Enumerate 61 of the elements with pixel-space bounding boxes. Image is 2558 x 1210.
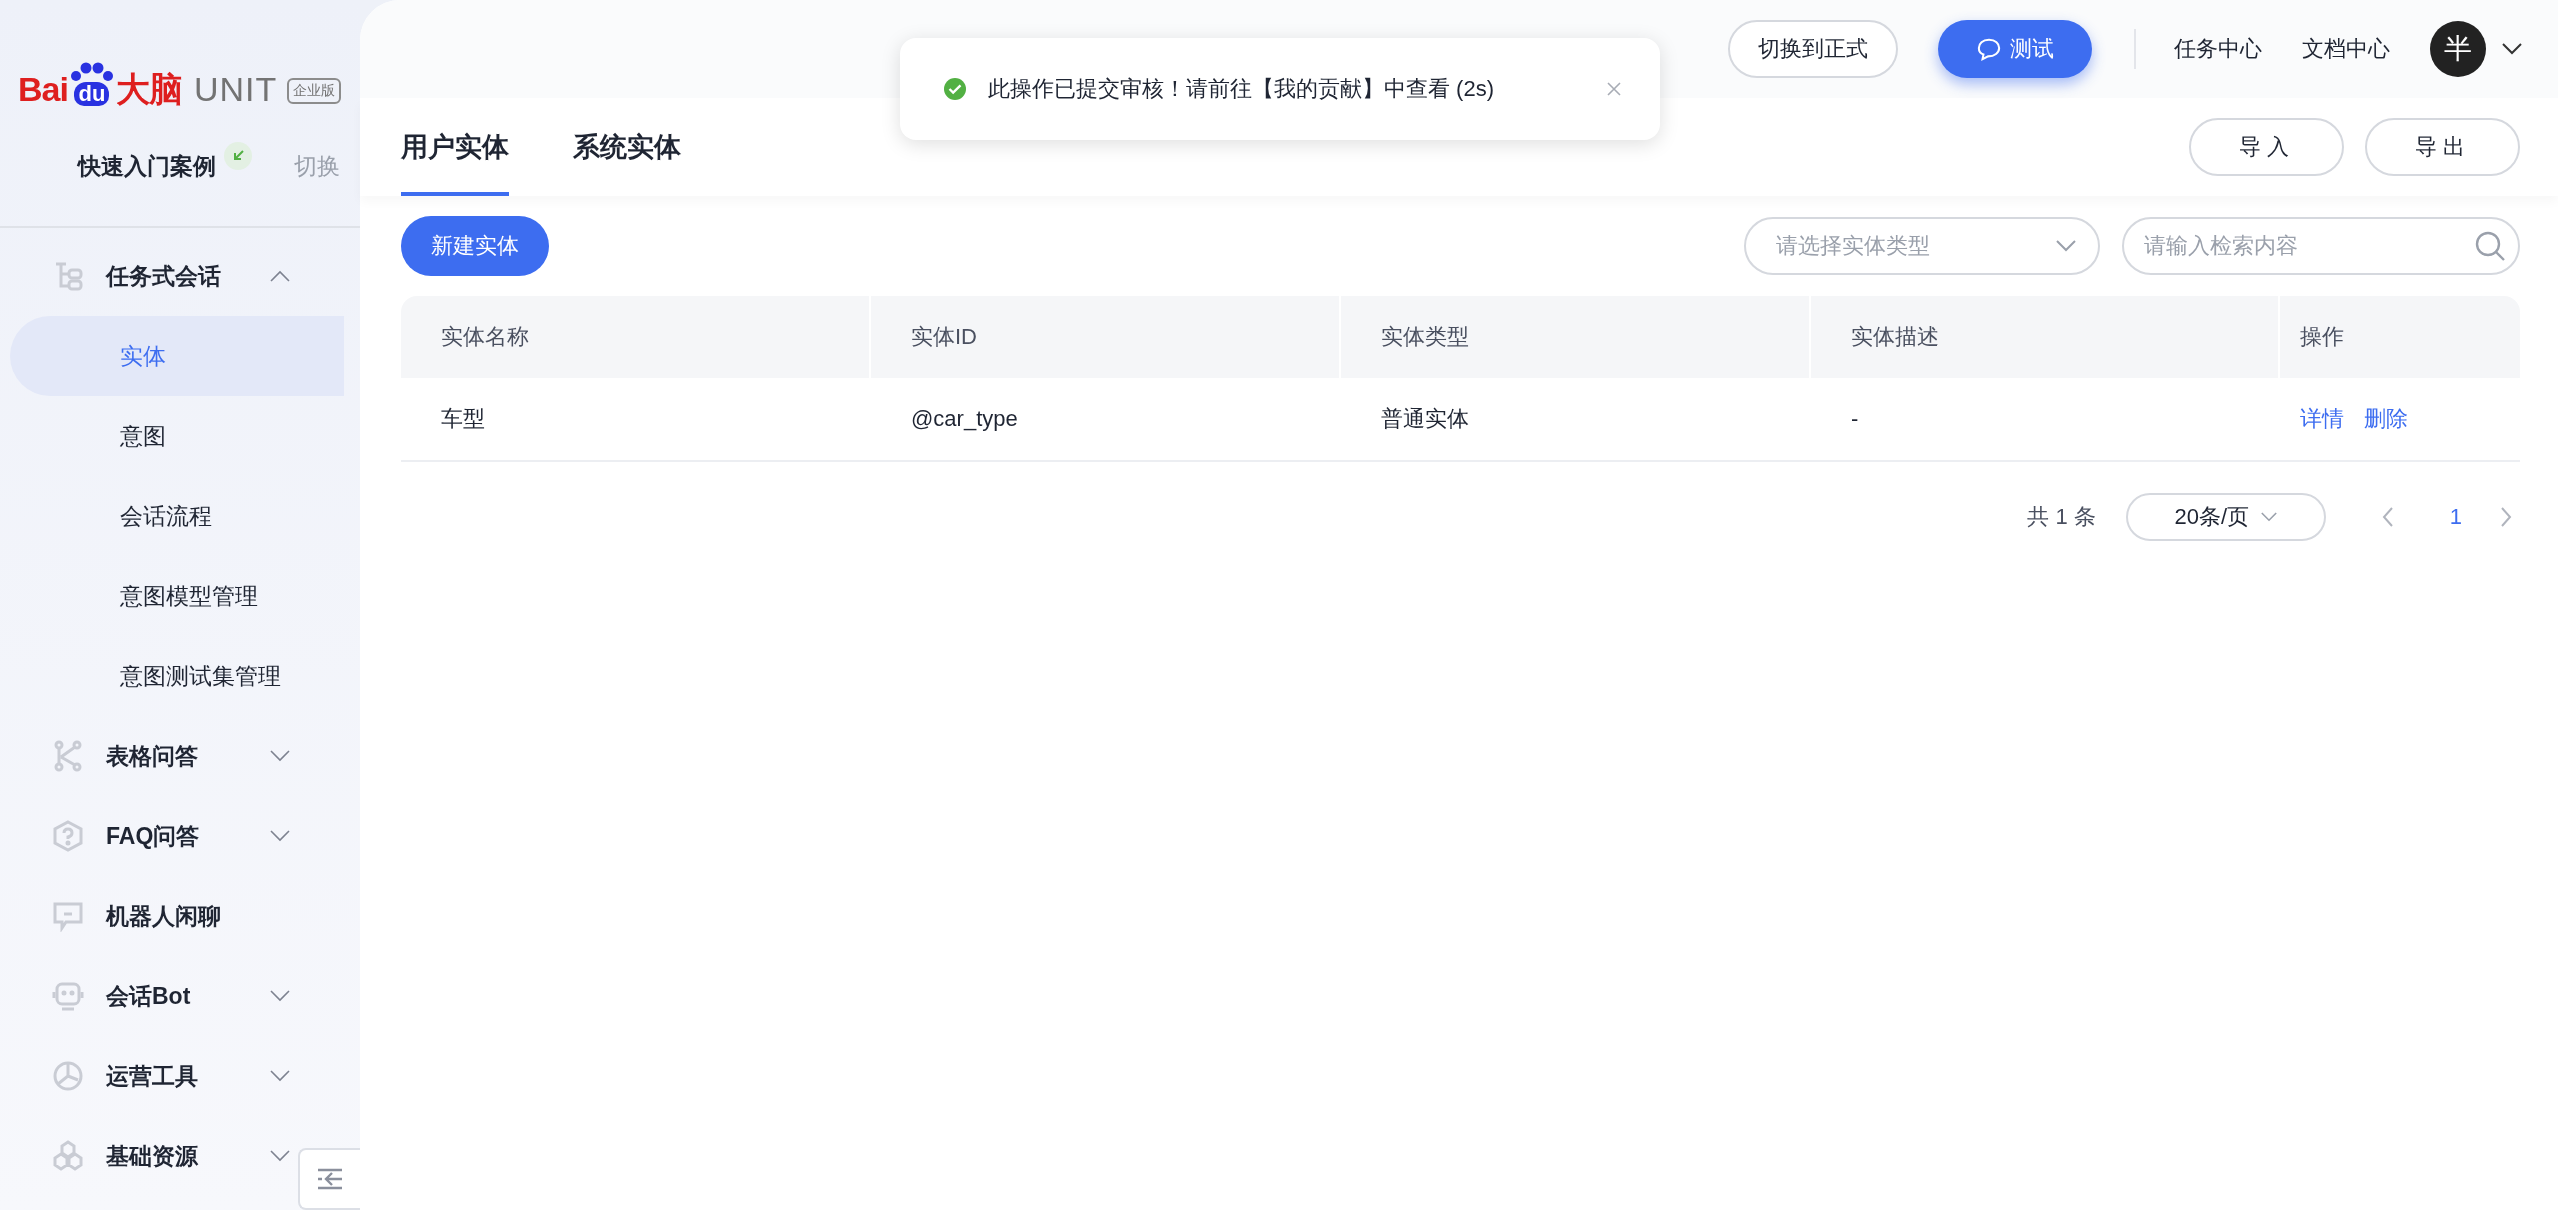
branch-icon <box>52 740 84 772</box>
pie-chart-icon <box>52 1060 84 1092</box>
table-cell: - <box>1851 406 1859 432</box>
nav-item[interactable]: 任务式会话 <box>0 236 292 316</box>
import-button[interactable]: 导入 <box>2189 118 2344 176</box>
avatar[interactable]: 半 <box>2430 21 2486 77</box>
nav-item[interactable]: 表格问答 <box>0 716 292 796</box>
tab[interactable]: 用户实体 <box>401 98 509 196</box>
nav-subitem[interactable]: 实体 <box>10 316 344 396</box>
nav-item[interactable]: 会话Bot <box>0 956 292 1036</box>
nav-item[interactable]: 运营工具 <box>0 1036 292 1116</box>
chat-bubble-icon <box>52 900 84 932</box>
test-button[interactable]: 测试 <box>1938 20 2092 78</box>
row-action-link[interactable]: 删除 <box>2364 404 2408 434</box>
switch-to-production-button[interactable]: 切换到正式 <box>1728 20 1898 78</box>
column-header: 操作 <box>2299 323 2345 351</box>
header-link[interactable]: 任务中心 <box>2174 34 2262 64</box>
nav-item[interactable]: FAQ问答 <box>0 796 292 876</box>
question-hexagon-icon <box>52 820 84 852</box>
new-entity-button[interactable]: 新建实体 <box>401 216 549 276</box>
chevron-down-icon <box>2056 240 2076 252</box>
nav-subitem[interactable]: 意图测试集管理 <box>10 636 344 716</box>
collapse-sidebar-button[interactable] <box>298 1148 360 1210</box>
column-header: 实体名称 <box>401 296 871 378</box>
export-button[interactable]: 导出 <box>2365 118 2520 176</box>
nav-item[interactable]: 基础资源 <box>0 1116 292 1196</box>
search-field[interactable]: 请输入检索内容 <box>2122 217 2520 275</box>
hexagons-icon <box>52 1140 84 1172</box>
page-size-select[interactable]: 20条/页 <box>2125 493 2326 541</box>
search-icon[interactable] <box>2474 230 2506 262</box>
toast-message: 此操作已提交审核！请前往【我的贡献】中查看 (2s) <box>988 75 1495 103</box>
table-cell-text: 车型 <box>441 405 485 433</box>
table-cell-text: 普通实体 <box>1381 405 1469 433</box>
row-action-link[interactable]: 详情 <box>2300 404 2344 434</box>
nav-subitem[interactable]: 会话流程 <box>10 476 344 556</box>
page-number[interactable]: 1 <box>2449 504 2462 530</box>
paw-logo: du <box>69 62 114 106</box>
project-name: 快速入门案例 <box>78 151 216 181</box>
chat-bubble-icon <box>1976 37 2002 61</box>
column-header: 实体类型 <box>1341 296 1811 378</box>
column-header: 实体ID <box>871 296 1341 378</box>
close-icon[interactable] <box>1606 81 1622 97</box>
nav-item[interactable]: 机器人闲聊 <box>0 876 292 956</box>
nav-subitem[interactable]: 意图模型管理 <box>10 556 344 636</box>
success-icon <box>944 78 966 100</box>
total-count: 共 1 条 <box>2027 503 2096 531</box>
column-header: 实体描述 <box>1811 296 2280 378</box>
tab[interactable]: 系统实体 <box>573 98 681 196</box>
next-page-icon[interactable] <box>2500 507 2512 527</box>
previous-page-icon[interactable] <box>2381 507 2394 527</box>
header-link[interactable]: 文档中心 <box>2302 34 2390 64</box>
table-cell: @car_type <box>911 406 1018 432</box>
chevron-down-icon <box>2261 512 2278 522</box>
edition-badge: 企业版 <box>287 78 342 104</box>
logo-text: Bai <box>18 72 68 106</box>
collapse-icon <box>316 1167 344 1191</box>
logo-text: 大脑 <box>115 72 182 106</box>
robot-icon <box>52 980 84 1012</box>
product-name: UNIT <box>193 72 278 106</box>
nav-subitem[interactable]: 意图 <box>10 396 344 476</box>
chevron-down-icon[interactable] <box>2502 43 2522 55</box>
